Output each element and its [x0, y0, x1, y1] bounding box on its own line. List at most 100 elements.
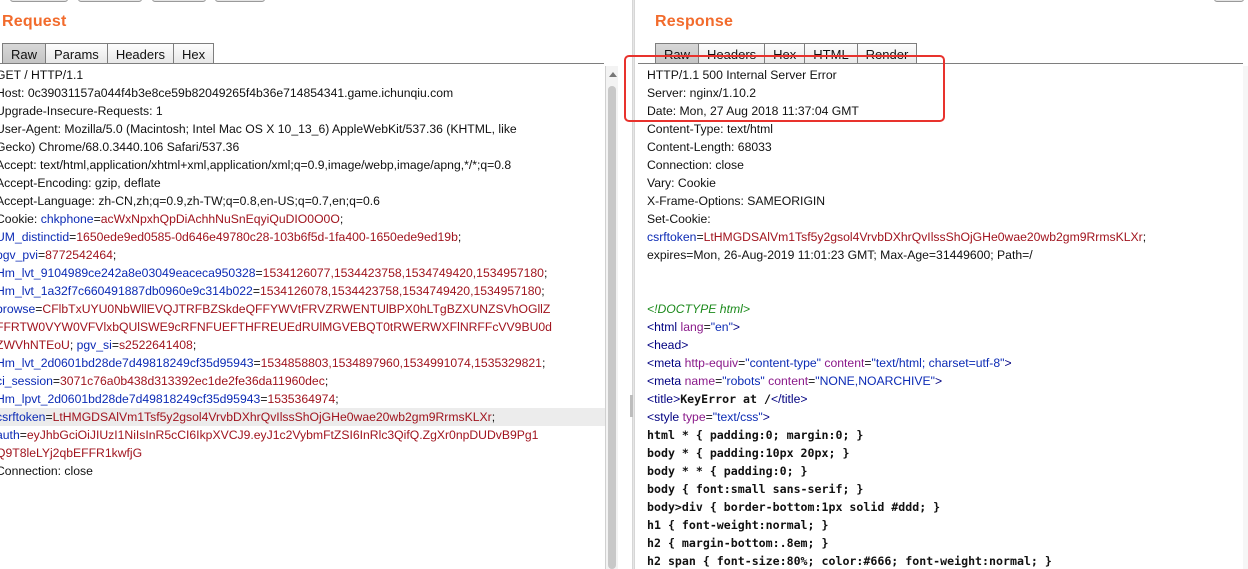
response-line: h1 { font-weight:normal; }: [647, 516, 1241, 534]
request-line: browse=CFlbTxUYU0NbWllEVQJTRFBZSkdeQFFYW…: [0, 300, 605, 318]
response-token: ;: [1142, 230, 1147, 244]
request-tab-hex[interactable]: Hex: [173, 43, 215, 64]
response-token: <html: [647, 320, 681, 334]
response-line: [647, 264, 1241, 282]
response-token: Set-Cookie:: [647, 212, 711, 226]
request-line: pgv_pvi=8772542464;: [0, 246, 605, 264]
request-token: 1534858803,1534897960,1534991074,1535329…: [260, 356, 542, 370]
toolbar-button-2[interactable]: [78, 0, 142, 2]
request-token: pgv_pvi: [0, 248, 39, 262]
request-token: Q9T8leLYj2qbEFFR1kwfjG: [0, 446, 143, 460]
request-token: =: [253, 356, 261, 370]
response-token: =: [703, 320, 711, 334]
request-line: Hm_lvt_9104989ce242a8e03049eaceca950328=…: [0, 264, 605, 282]
response-pane-title: Response: [655, 13, 734, 30]
response-tab-render[interactable]: Render: [857, 43, 918, 64]
request-line: Connection: close: [0, 462, 605, 480]
request-token: Hm_lvt_9104989ce242a8e03049eaceca950328: [0, 266, 256, 280]
response-line: HTTP/1.1 500 Internal Server Error: [647, 66, 1241, 84]
request-token: =: [19, 428, 27, 442]
request-token: ;: [541, 284, 545, 298]
request-token: eyJhbGciOiJIUzI1NiIsInR5cCI6IkpXVCJ9.eyJ…: [26, 428, 539, 442]
response-line: csrftoken=LtHMGDSAlVm1Tsf5y2gsol4VrvbDXh…: [647, 228, 1241, 246]
request-token: ;: [192, 338, 197, 352]
response-token: Vary: Cookie: [647, 176, 716, 190]
pane-divider[interactable]: [632, 0, 635, 569]
request-token: Accept-Encoding: gzip, deflate: [0, 176, 161, 190]
response-token: >: [732, 320, 741, 334]
response-line: <head>: [647, 336, 1241, 354]
response-token: =: [696, 230, 704, 244]
request-line: Accept-Encoding: gzip, deflate: [0, 174, 605, 192]
response-raw-viewer[interactable]: HTTP/1.1 500 Internal Server Error Server…: [647, 66, 1241, 569]
response-line: Date: Mon, 27 Aug 2018 11:37:04 GMT: [647, 102, 1241, 120]
scroll-up-arrow-icon[interactable]: [609, 72, 617, 77]
response-tab-hex[interactable]: Hex: [765, 43, 806, 64]
response-line: <html lang="en">: [647, 318, 1241, 336]
response-token: content: [768, 374, 809, 388]
request-token: User-Agent: Mozilla/5.0 (Macintosh; Inte…: [0, 122, 517, 136]
request-tab-underline: [0, 63, 604, 64]
request-tab-headers[interactable]: Headers: [107, 43, 174, 64]
request-line: Hm_lvt_2d0601bd28de7d49818249cf35d95943=…: [0, 354, 605, 372]
request-token: GET / HTTP/1.1: [0, 68, 84, 82]
response-line: Content-Length: 68033: [647, 138, 1241, 156]
response-line: html * { padding:0; margin:0; }: [647, 426, 1241, 444]
response-line: [647, 282, 1241, 300]
response-line: Vary: Cookie: [647, 174, 1241, 192]
response-tab-raw[interactable]: Raw: [655, 43, 700, 64]
toolbar-button-1[interactable]: [10, 0, 68, 2]
request-token: =: [45, 410, 53, 424]
request-token: 3071c76a0b438d313392ec1de2fe36da11960dec: [60, 374, 325, 388]
response-token: <title>: [647, 392, 681, 406]
request-scrollbar[interactable]: [605, 66, 618, 569]
response-token: body * { padding:10px 20px; }: [647, 446, 850, 460]
response-tab-html[interactable]: HTML: [805, 43, 858, 64]
request-token: CFlbTxUYU0NbWllEVQJTRFBZSkdeQFFYWVtFRVZR…: [42, 302, 551, 316]
request-token: =: [252, 284, 260, 298]
response-token: expires=Mon, 26-Aug-2019 11:01:23 GMT; M…: [647, 248, 1033, 262]
response-line: body * { padding:10px 20px; }: [647, 444, 1241, 462]
toolbar-button-3[interactable]: [152, 0, 206, 2]
request-line: Accept-Language: zh-CN,zh;q=0.9,zh-TW;q=…: [0, 192, 605, 210]
request-token: 1534126078,1534423758,1534749420,1534957…: [259, 284, 542, 298]
request-token: ;: [112, 248, 117, 262]
response-tab-headers[interactable]: Headers: [699, 43, 766, 64]
request-token: s2522641408: [118, 338, 193, 352]
response-token: content: [824, 356, 865, 370]
request-token: =: [93, 212, 101, 226]
split-resize-handle[interactable]: [630, 395, 633, 417]
response-line: h2 { margin-bottom:.8em; }: [647, 534, 1241, 552]
toolbar-button-4[interactable]: [215, 0, 265, 2]
toolbar-button-right[interactable]: [1214, 0, 1244, 2]
response-token: X-Frame-Options: SAMEORIGIN: [647, 194, 826, 208]
response-token: lang: [680, 320, 704, 334]
response-line: h2 span { font-size:80%; color:#666; fon…: [647, 552, 1241, 569]
request-token: Host: 0c39031157a044f4b3e8ce59b82049265f…: [0, 86, 454, 100]
response-token: <meta: [647, 374, 685, 388]
request-line: ci_session=3071c76a0b438d313392ec1de2fe3…: [0, 372, 605, 390]
request-token: Hm_lvt_2d0601bd28de7d49818249cf35d95943: [0, 356, 254, 370]
request-scroll-thumb[interactable]: [608, 86, 616, 569]
request-tab-raw[interactable]: Raw: [2, 43, 47, 64]
response-token: body * * { padding:0; }: [647, 464, 808, 478]
request-token: ;: [335, 392, 339, 406]
request-token: ci_session: [0, 374, 53, 388]
request-token: ;: [491, 410, 496, 424]
response-line: X-Frame-Options: SAMEORIGIN: [647, 192, 1241, 210]
request-line: FFRTW0VYW0VFVlxbQUlSWE9cRFNFUEFTHFREUEdR…: [0, 318, 605, 336]
request-line: auth=eyJhbGciOiJIUzI1NiIsInR5cCI6IkpXVCJ…: [0, 426, 605, 444]
request-token: =: [52, 374, 61, 388]
request-token: Gecko) Chrome/68.0.3440.106 Safari/537.3…: [0, 140, 240, 154]
response-token: h2 { margin-bottom:.8em; }: [647, 536, 829, 550]
response-line: <meta name="robots" content="NONE,NOARCH…: [647, 372, 1241, 390]
request-line: Q9T8leLYj2qbEFFR1kwfjG: [0, 444, 605, 462]
response-scrollbar[interactable]: [1243, 66, 1248, 569]
burp-repeater-window: Request Raw Params Headers Hex GET / HTT…: [0, 0, 1248, 569]
response-tabs: Raw Headers Hex HTML Render: [655, 42, 918, 64]
request-line: Accept: text/html,application/xhtml+xml,…: [0, 156, 605, 174]
request-token: ;: [457, 230, 462, 244]
request-tab-params[interactable]: Params: [46, 43, 108, 64]
request-token: Accept: text/html,application/xhtml+xml,…: [0, 158, 512, 172]
request-raw-editor[interactable]: GET / HTTP/1.1 Host: 0c39031157a044f4b3e8…: [0, 66, 605, 569]
